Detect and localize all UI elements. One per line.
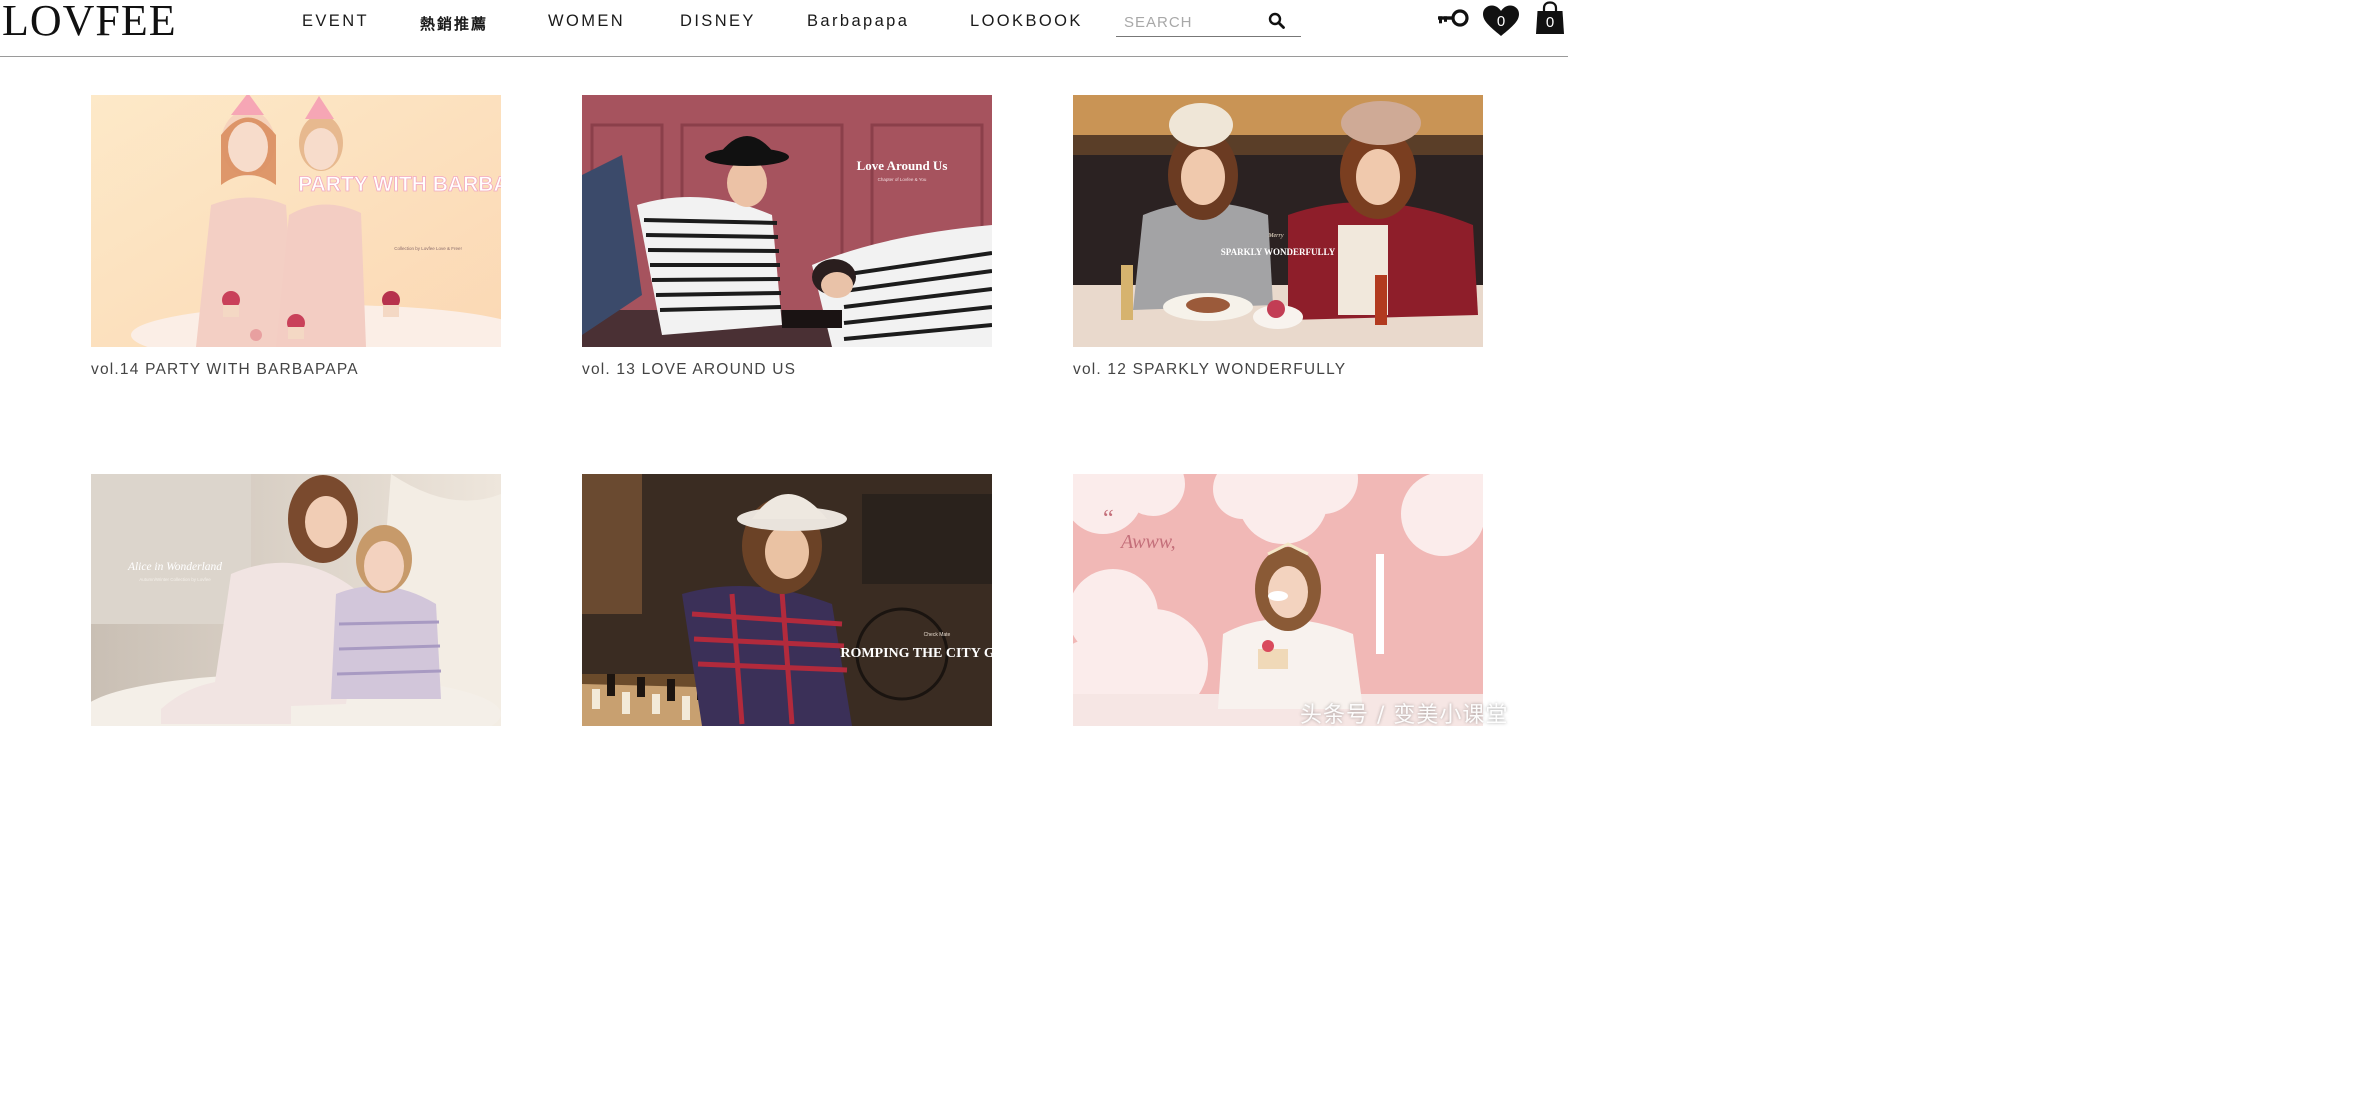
cart-button[interactable]: 0 <box>1535 1 1565 35</box>
search-icon[interactable] <box>1268 12 1286 30</box>
brand-logo[interactable]: LOVFEE <box>2 0 177 43</box>
top-navigation-bar: LOVFEE EVENT 熱銷推薦 WOMEN DISNEY Barbapapa… <box>0 0 1568 57</box>
nav-disney[interactable]: DISNEY <box>680 12 756 34</box>
source-watermark: 头条号 / 变美小课堂 <box>1300 703 1509 728</box>
overlay-sub-vol12: Merry <box>1268 233 1284 239</box>
nav-event[interactable]: EVENT <box>302 12 369 34</box>
overlay-quote-mark: “ <box>1103 506 1114 532</box>
overlay-title-vol12: SPARKLY WONDERFULLY <box>1221 247 1336 257</box>
nav-barbapapa[interactable]: Barbapapa <box>807 12 909 34</box>
cart-count: 0 <box>1545 14 1555 31</box>
lookbook-image-awww[interactable]: “ Awww, <box>1073 474 1483 726</box>
overlay-title-vol14: PARTY WITH BARBAPAPA <box>298 173 501 196</box>
search-input[interactable] <box>1124 12 1264 32</box>
overlay-title-alice: Alice in Wonderland <box>127 561 222 573</box>
lookbook-image-city-girl[interactable]: ROMPING THE CITY GIRL Check Mate <box>582 474 992 726</box>
overlay-sub-vol14: Collection by Lovfee Love & Free! <box>394 246 462 251</box>
member-key-icon[interactable] <box>1436 7 1470 29</box>
nav-best-sellers[interactable]: 熱銷推薦 <box>420 13 488 35</box>
lookbook-image-vol12[interactable]: SPARKLY WONDERFULLY Merry <box>1073 95 1483 347</box>
nav-lookbook[interactable]: LOOKBOOK <box>970 12 1083 34</box>
overlay-title-city-girl: ROMPING THE CITY GIRL <box>840 646 992 661</box>
overlay-title-awww: Awww, <box>1119 531 1176 553</box>
overlay-title-vol13: Love Around Us <box>857 158 948 173</box>
lookbook-caption-vol14[interactable]: vol.14 PARTY WITH BARBAPAPA <box>91 361 359 379</box>
nav-women[interactable]: WOMEN <box>548 12 625 34</box>
wishlist-count: 0 <box>1496 13 1506 30</box>
lookbook-image-alice[interactable]: Alice in Wonderland Autumn/Winter Collec… <box>91 474 501 726</box>
overlay-sub-alice: Autumn/Winter Collection by Lovfee <box>139 577 211 582</box>
lookbook-caption-vol13[interactable]: vol. 13 LOVE AROUND US <box>582 361 796 379</box>
search-box <box>1116 8 1301 37</box>
lookbook-image-vol13[interactable]: Love Around Us Chapter of Lovfee & You <box>582 95 992 347</box>
lookbook-image-vol14[interactable]: PARTY WITH BARBAPAPA Collection by Lovfe… <box>91 95 501 347</box>
wishlist-button[interactable]: 0 <box>1481 4 1521 38</box>
overlay-sub-vol13: Chapter of Lovfee & You <box>878 177 927 182</box>
lookbook-caption-vol12[interactable]: vol. 12 SPARKLY WONDERFULLY <box>1073 361 1346 379</box>
overlay-sub-city-girl: Check Mate <box>924 632 951 638</box>
